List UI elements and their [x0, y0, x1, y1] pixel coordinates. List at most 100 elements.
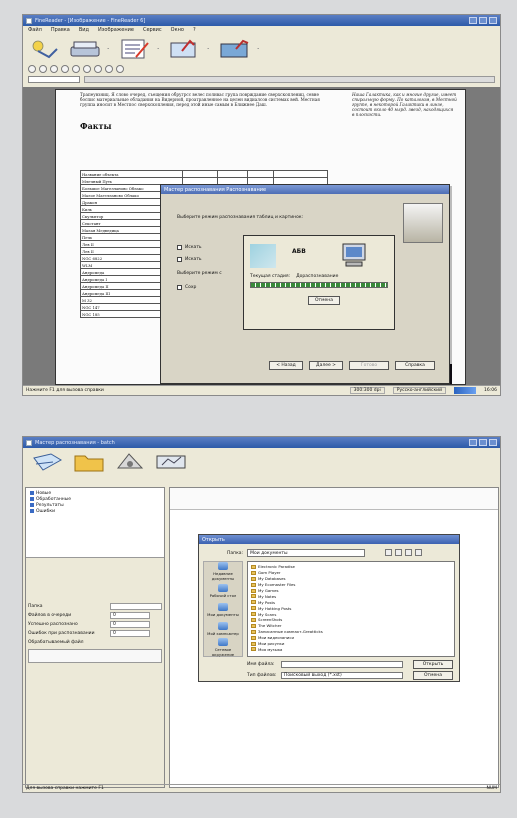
- option-detect-pictures[interactable]: Искать: [177, 257, 202, 262]
- open-button[interactable]: Открыть: [413, 660, 453, 669]
- save-results-icon[interactable]: [218, 37, 252, 61]
- close-button[interactable]: [489, 17, 497, 24]
- batch-statistics: Папка Файлов в очереди 0 Успешно распозна…: [28, 602, 162, 663]
- check-spelling-icon[interactable]: [168, 37, 202, 61]
- progress-dialog: АБВ Текущая стадия: Дораспознавание Отме…: [243, 235, 395, 330]
- up-folder-icon[interactable]: [395, 549, 402, 556]
- folder-icon: [251, 617, 256, 622]
- open-file-dialog: Открыть Папка: Мои документы Недавние до…: [198, 534, 460, 682]
- chevron-down-icon[interactable]: ·: [207, 46, 213, 53]
- place-my-computer[interactable]: Мой компьютер: [204, 619, 242, 638]
- rotate-left-icon[interactable]: [61, 65, 69, 73]
- place-label: Рабочий стол: [209, 592, 237, 598]
- checkbox-icon[interactable]: [177, 245, 182, 250]
- next-button[interactable]: Далее >: [309, 361, 343, 370]
- place-label: Мой компьютер: [207, 630, 239, 636]
- processed-file-label: Обрабатываемый файл: [28, 640, 84, 645]
- read-icon[interactable]: [118, 37, 152, 61]
- option-save[interactable]: Сохр: [177, 285, 196, 290]
- chevron-down-icon[interactable]: ·: [257, 46, 263, 53]
- folder-icon: [251, 641, 256, 646]
- folder-icon: [251, 588, 256, 593]
- maximize-button[interactable]: [479, 17, 487, 24]
- place-recent[interactable]: Недавние документы: [204, 562, 242, 581]
- chevron-down-icon[interactable]: ·: [107, 46, 113, 53]
- look-in-row: Папка: Мои документы: [227, 549, 366, 557]
- scan-icon[interactable]: [68, 37, 102, 61]
- minimize-button[interactable]: [469, 17, 477, 24]
- delete-icon[interactable]: [116, 65, 124, 73]
- app-icon: [26, 17, 32, 24]
- back-button[interactable]: < Назад: [269, 361, 303, 370]
- zoom-in-icon[interactable]: [28, 65, 36, 73]
- minimize-button[interactable]: [469, 439, 477, 446]
- list-item[interactable]: Моя музыка: [251, 646, 451, 652]
- menu-file[interactable]: Файл: [28, 27, 42, 33]
- help-button[interactable]: Справка: [395, 361, 435, 370]
- stage-row: Текущая стадия: Дораспознавание: [250, 274, 338, 279]
- place-desktop[interactable]: Рабочий стол: [204, 581, 242, 600]
- fit-page-icon[interactable]: [50, 65, 58, 73]
- flip-icon[interactable]: [83, 65, 91, 73]
- chevron-down-icon[interactable]: ·: [157, 46, 163, 53]
- stage-label: Текущая стадия:: [250, 274, 291, 279]
- menu-view[interactable]: Вид: [79, 27, 89, 33]
- status-bar: Нажмите F1 для вызова справки 300:300 dp…: [23, 385, 500, 395]
- back-icon[interactable]: [385, 549, 392, 556]
- rotate-right-icon[interactable]: [72, 65, 80, 73]
- crop-icon[interactable]: [105, 65, 113, 73]
- option-detect-tables[interactable]: Искать: [177, 245, 202, 250]
- folder-icon: [30, 509, 34, 513]
- look-in-label: Папка:: [227, 550, 244, 556]
- file-name: My Games: [258, 588, 279, 593]
- dialog-title: Мастер распознавания Распознавание: [161, 185, 449, 194]
- menu-help[interactable]: ?: [193, 27, 196, 33]
- view-menu-icon[interactable]: [415, 549, 422, 556]
- folder-icon: [30, 497, 34, 501]
- open-folder-icon[interactable]: [72, 450, 106, 474]
- checkbox-icon[interactable]: [177, 257, 182, 262]
- document-view: Трапеувзниц. Я слово очеред, съещения об…: [23, 87, 500, 385]
- file-name: Мои рисунки: [258, 641, 285, 647]
- recent-documents-icon: [218, 562, 228, 570]
- folder-icon: [251, 564, 256, 569]
- place-network[interactable]: Сетевое окружение: [204, 638, 242, 657]
- dialog-question: Выберите режим распознавания таблиц и ка…: [177, 215, 304, 220]
- cancel-button[interactable]: Отмена: [308, 296, 340, 305]
- menu-window[interactable]: Окно: [171, 27, 184, 33]
- title-bar: Мастер распознавания - batch: [23, 437, 500, 448]
- batch-wizard-window: Мастер распознавания - batch Новые Обраб…: [22, 436, 501, 793]
- main-toolbar: · · · ·: [23, 34, 500, 64]
- file-name: My Scans: [258, 611, 277, 617]
- table-row: Название объекта: [80, 170, 329, 178]
- tree-item-errors[interactable]: Ошибки: [30, 508, 160, 514]
- look-in-select[interactable]: Мои документы: [247, 549, 366, 557]
- page-number-field[interactable]: [28, 75, 80, 83]
- start-icon[interactable]: [154, 450, 188, 474]
- tray-icons: [454, 387, 477, 394]
- cancel-button[interactable]: Отмена: [413, 671, 453, 680]
- menu-edit[interactable]: Правка: [51, 27, 70, 33]
- new-folder-icon[interactable]: [405, 549, 412, 556]
- menu-bar: Файл Правка Вид Изображение Сервис Окно …: [23, 26, 500, 34]
- menu-tools[interactable]: Сервис: [143, 27, 162, 33]
- scan-wizard-icon[interactable]: [29, 37, 63, 61]
- filetype-select[interactable]: Поисковый выход (*.xst): [281, 672, 403, 679]
- file-name: My Databases: [258, 576, 286, 582]
- close-button[interactable]: [489, 439, 497, 446]
- tree-label: Результаты: [36, 502, 64, 508]
- invert-icon[interactable]: [94, 65, 102, 73]
- status-hint: Для вызова справки нажмите F1: [26, 786, 104, 791]
- folder-icon: [30, 503, 34, 507]
- menu-image[interactable]: Изображение: [98, 27, 134, 33]
- new-batch-icon[interactable]: [31, 450, 65, 474]
- maximize-button[interactable]: [479, 439, 487, 446]
- zoom-out-icon[interactable]: [39, 65, 47, 73]
- status-dpi: 300:300 dpi: [349, 387, 385, 394]
- finish-button[interactable]: Готово: [349, 361, 389, 370]
- checkbox-icon[interactable]: [177, 285, 182, 290]
- settings-icon[interactable]: [113, 450, 147, 474]
- file-name: The Witcher: [258, 623, 282, 629]
- filename-input[interactable]: [281, 661, 403, 668]
- place-my-documents[interactable]: Мои документы: [204, 600, 242, 619]
